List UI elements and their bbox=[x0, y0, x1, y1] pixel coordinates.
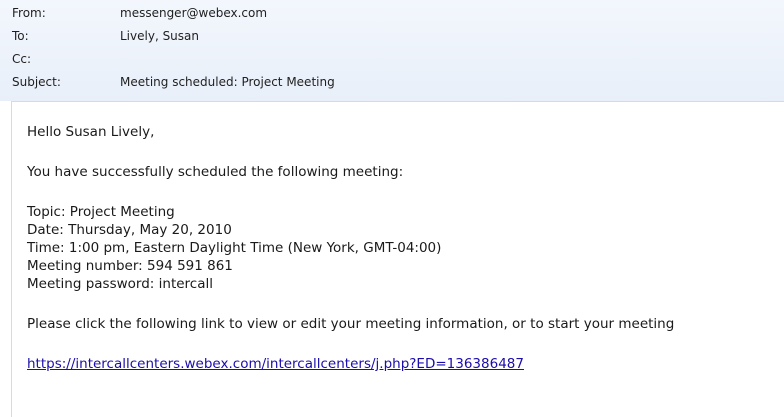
meeting-link[interactable]: https://intercallcenters.webex.com/inter… bbox=[27, 355, 524, 373]
intro-text: You have successfully scheduled the foll… bbox=[27, 164, 404, 180]
message-body: Hello Susan Lively, You have successfull… bbox=[11, 101, 784, 417]
date-text: Date: Thursday, May 20, 2010 bbox=[27, 222, 232, 238]
cc-label: Cc: bbox=[12, 52, 32, 66]
meeting-password-text: Meeting password: intercall bbox=[27, 276, 214, 292]
greeting-text: Hello Susan Lively, bbox=[27, 124, 155, 140]
to-label: To: bbox=[12, 29, 29, 43]
subject-label: Subject: bbox=[12, 75, 61, 89]
topic-text: Topic: Project Meeting bbox=[27, 204, 175, 220]
instructions-text: Please click the following link to view … bbox=[27, 316, 675, 332]
subject-value: Meeting scheduled: Project Meeting bbox=[120, 75, 335, 89]
message-header: From: messenger@webex.com To: Lively, Su… bbox=[0, 0, 784, 101]
time-text: Time: 1:00 pm, Eastern Daylight Time (Ne… bbox=[27, 240, 442, 256]
to-value[interactable]: Lively, Susan bbox=[120, 27, 199, 45]
from-label: From: bbox=[12, 6, 46, 20]
from-value[interactable]: messenger@webex.com bbox=[120, 4, 267, 22]
meeting-number-text: Meeting number: 594 591 861 bbox=[27, 258, 233, 274]
